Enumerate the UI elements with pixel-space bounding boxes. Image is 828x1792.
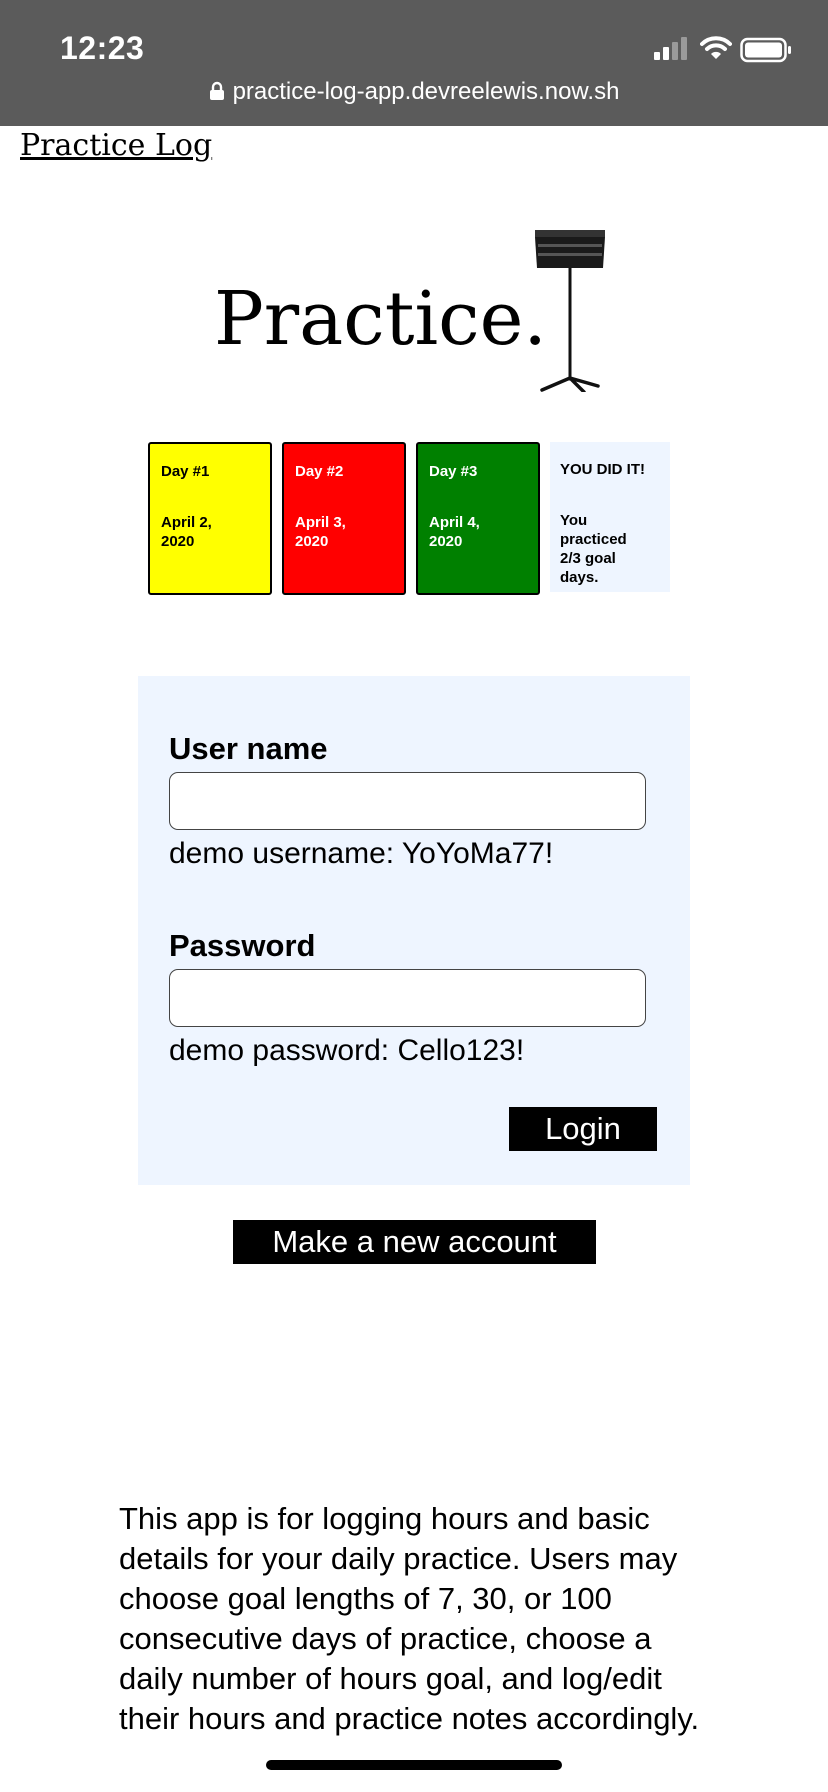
day-date: April 3, 2020 [295,514,346,550]
day-card: Day #2 April 3, 2020 [282,442,406,595]
login-form: User name demo username: YoYoMa77! Passw… [138,676,690,1185]
about-text: This app is for logging hours and basic … [119,1501,700,1736]
wifi-icon [700,36,732,59]
password-label: Password [169,928,316,963]
url-text: practice-log-app.devreelewis.now.sh [232,78,620,105]
password-hint: demo password: Cello123! [169,1034,525,1067]
day-card: Day #1 April 2, 2020 [148,442,272,595]
status-time: 12:23 [60,30,145,66]
result-message: You practiced 2/3 goal days. [560,512,627,586]
home-indicator[interactable] [266,1760,562,1770]
signal-icon [654,37,687,60]
day-label: Day #1 [161,463,210,480]
lock-icon [209,81,224,100]
new-account-button[interactable]: Make a new account [233,1220,596,1264]
day-label: Day #2 [295,463,344,480]
password-input[interactable] [169,969,646,1027]
music-stand-icon [535,230,605,392]
result-heading: YOU DID IT! [560,461,645,478]
day-card: Day #3 April 4, 2020 [416,442,540,595]
result-card: YOU DID IT! You practiced 2/3 goal days. [550,442,670,592]
url-bar[interactable]: practice-log-app.devreelewis.now.sh [0,78,828,106]
username-input[interactable] [169,772,646,830]
day-date: April 4, 2020 [429,514,480,550]
battery-icon [740,37,791,63]
app-title-link[interactable]: Practice Log [20,128,212,163]
day-date: April 2, 2020 [161,514,212,550]
username-hint: demo username: YoYoMa77! [169,837,554,870]
hero-title: Practice. [214,276,547,362]
login-button[interactable]: Login [509,1107,657,1151]
day-label: Day #3 [429,463,478,480]
username-label: User name [169,731,328,766]
browser-status-bar: 12:23 practice-log-app.devreelewis.now.s… [0,0,828,126]
